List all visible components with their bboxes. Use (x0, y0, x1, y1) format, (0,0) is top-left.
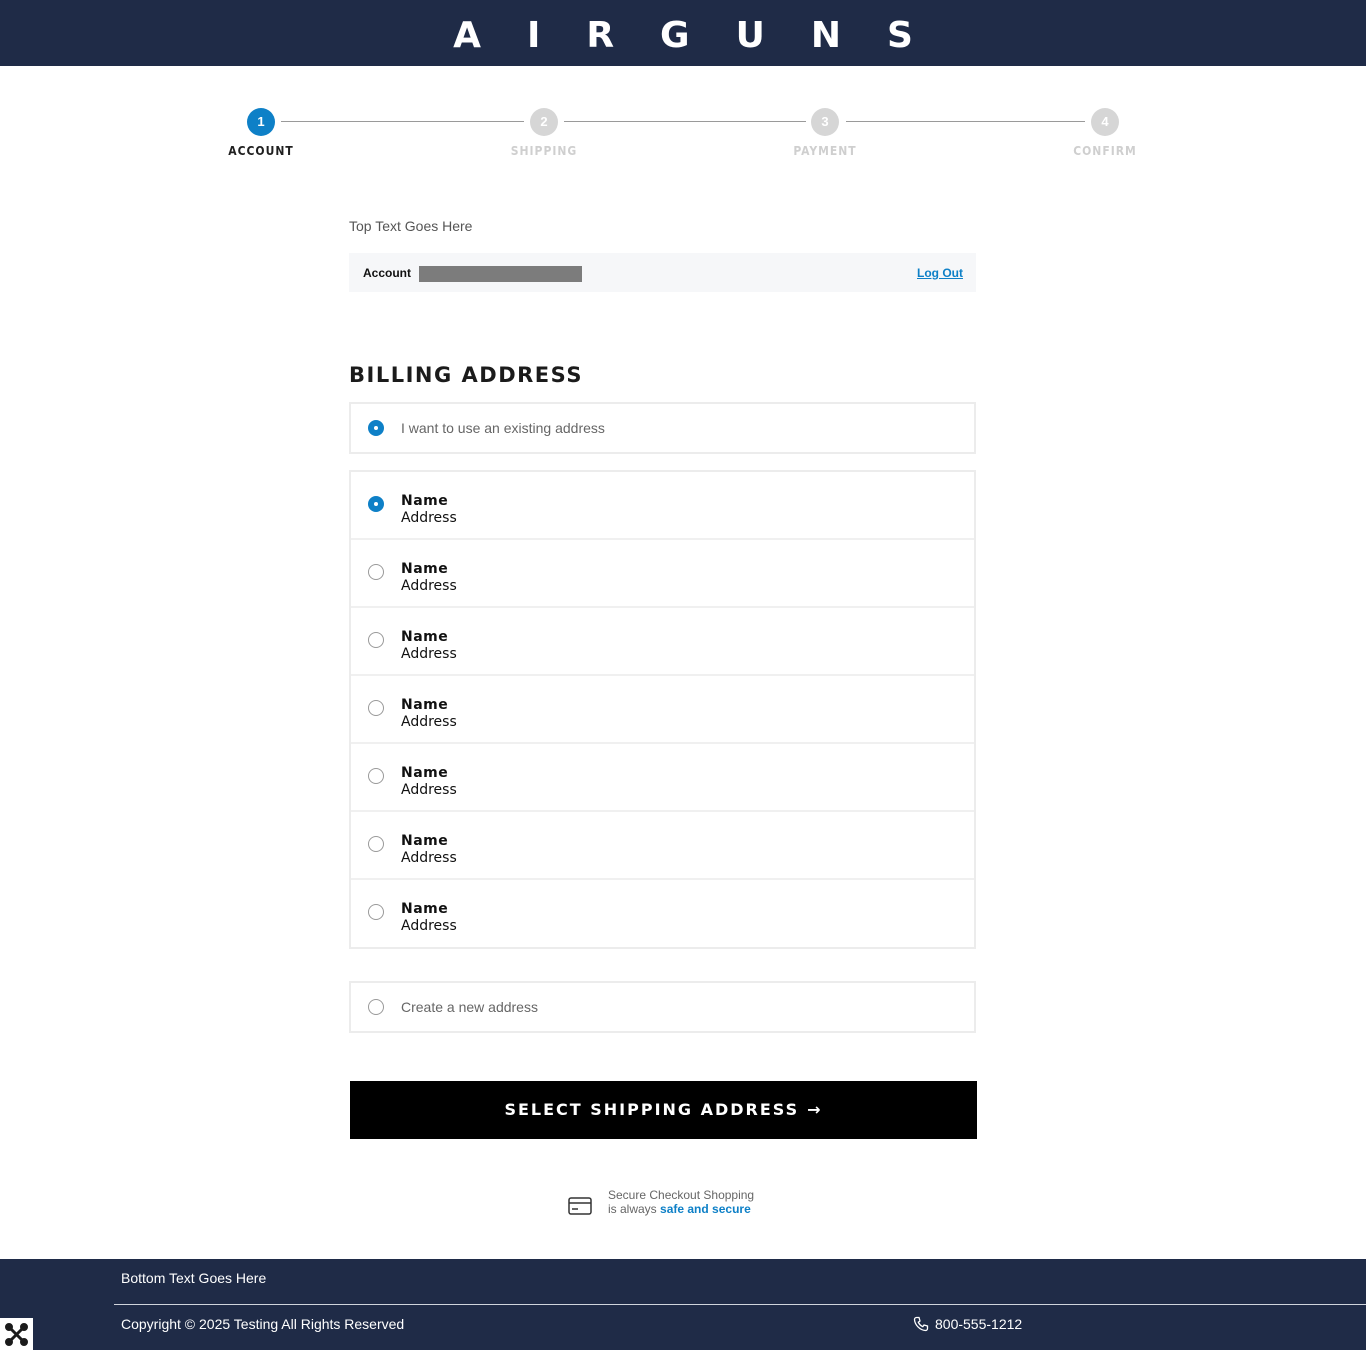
secure-line-1: Secure Checkout Shopping (608, 1188, 755, 1202)
step-3-label: PAYMENT (793, 144, 857, 158)
address-row[interactable]: Name Address (351, 472, 974, 540)
step-1-label: ACCOUNT (228, 144, 294, 158)
address-radio[interactable] (368, 496, 384, 512)
step-3-indicator: 3 (811, 108, 839, 136)
logout-link[interactable]: Log Out (917, 266, 963, 280)
address-row[interactable]: Name Address (351, 744, 974, 812)
address-row[interactable]: Name Address (351, 880, 974, 948)
account-label: Account (363, 266, 411, 280)
address-line: Address (401, 646, 457, 662)
address-line: Address (401, 918, 457, 934)
step-2-indicator: 2 (530, 108, 558, 136)
address-name: Name (401, 493, 449, 509)
select-shipping-address-button[interactable]: SELECT SHIPPING ADDRESS → (350, 1081, 977, 1139)
address-radio[interactable] (368, 564, 384, 580)
account-email-redacted (419, 266, 582, 282)
secure-checkout-note: Secure Checkout Shopping is always safe … (568, 1187, 808, 1221)
step-connector (564, 121, 806, 122)
step-connector (281, 121, 524, 122)
address-row[interactable]: Name Address (351, 540, 974, 608)
arrow-right-icon: → (807, 1100, 823, 1119)
billing-address-heading: BILLING ADDRESS (349, 363, 583, 387)
address-name: Name (401, 833, 449, 849)
address-line: Address (401, 510, 457, 526)
address-radio[interactable] (368, 836, 384, 852)
address-name: Name (401, 901, 449, 917)
account-bar: Account Log Out (349, 253, 976, 292)
address-name: Name (401, 697, 449, 713)
existing-address-radio[interactable] (368, 420, 384, 436)
address-radio[interactable] (368, 904, 384, 920)
phone-contact[interactable]: 800-555-1212 (913, 1316, 1022, 1332)
step-1-indicator[interactable]: 1 (247, 108, 275, 136)
create-address-label: Create a new address (401, 999, 538, 1015)
address-radio[interactable] (368, 700, 384, 716)
address-line: Address (401, 714, 457, 730)
secure-line-2: is always safe and secure (608, 1202, 751, 1216)
joomla-icon (5, 1323, 28, 1346)
footer-divider (114, 1304, 1366, 1305)
address-row[interactable]: Name Address (351, 608, 974, 676)
create-address-option[interactable]: Create a new address (349, 981, 976, 1033)
step-4-indicator: 4 (1091, 108, 1119, 136)
address-line: Address (401, 782, 457, 798)
address-radio[interactable] (368, 768, 384, 784)
create-address-radio[interactable] (368, 999, 384, 1015)
address-name: Name (401, 561, 449, 577)
address-name: Name (401, 629, 449, 645)
address-line: Address (401, 850, 457, 866)
credit-card-icon (568, 1197, 592, 1215)
secure-line-2-prefix: is always (608, 1202, 657, 1216)
phone-icon (913, 1316, 929, 1332)
checkout-stepper: 1 ACCOUNT 2 SHIPPING 3 PAYMENT 4 CONFIRM (0, 100, 1366, 170)
site-logo[interactable]: AIRGUNS (0, 16, 1366, 56)
corner-badge[interactable] (0, 1318, 33, 1350)
address-name: Name (401, 765, 449, 781)
top-text: Top Text Goes Here (349, 218, 473, 234)
address-radio[interactable] (368, 632, 384, 648)
step-2-label: SHIPPING (510, 144, 578, 158)
existing-address-option[interactable]: I want to use an existing address (349, 402, 976, 454)
address-row[interactable]: Name Address (351, 676, 974, 744)
phone-number: 800-555-1212 (935, 1316, 1023, 1332)
address-row[interactable]: Name Address (351, 812, 974, 880)
site-footer: Bottom Text Goes Here Copyright © 2025 T… (0, 1259, 1366, 1350)
copyright-text: Copyright © 2025 Testing All Rights Rese… (121, 1316, 405, 1332)
step-connector (846, 121, 1085, 122)
cta-label: SELECT SHIPPING ADDRESS (504, 1100, 800, 1119)
step-4-label: CONFIRM (1073, 144, 1137, 158)
secure-line-2-strong: safe and secure (660, 1202, 751, 1216)
address-line: Address (401, 578, 457, 594)
address-list: Name Address Name Address Name Address N… (349, 470, 976, 949)
site-header: AIRGUNS (0, 0, 1366, 66)
footer-bottom-text: Bottom Text Goes Here (121, 1270, 267, 1286)
existing-address-label: I want to use an existing address (401, 420, 605, 436)
